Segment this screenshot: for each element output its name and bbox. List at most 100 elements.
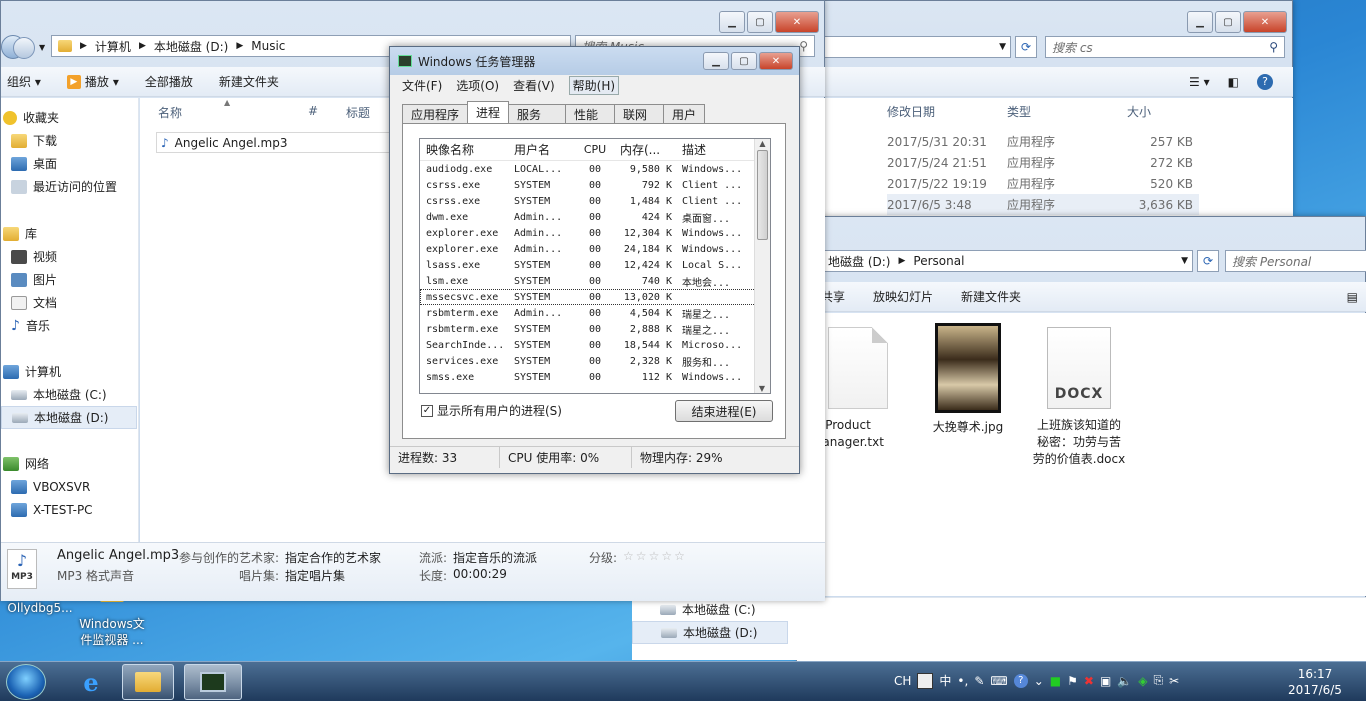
network-disconnected-icon[interactable]: ✖ (1084, 674, 1094, 688)
checkbox-checked-icon[interactable]: ✓ (421, 404, 433, 417)
process-row[interactable]: lsass.exe SYSTEM 00 12,424 K Local S... (420, 257, 770, 273)
address-bar[interactable]: 地磁盘 (D:) ▶ Personal ▼ (797, 250, 1193, 272)
scrollbar-vertical[interactable]: ▲ ▼ (754, 139, 770, 393)
nav-libraries[interactable]: 库 (3, 222, 37, 245)
refresh-icon[interactable]: ⟳ (1015, 36, 1037, 58)
chevron-down-icon[interactable]: ▼ (999, 42, 1006, 52)
refresh-icon[interactable]: ⟳ (1197, 250, 1219, 272)
menu-options[interactable]: 选项(O) (456, 77, 499, 94)
scroll-down-icon[interactable]: ▼ (755, 384, 769, 393)
flag-icon[interactable]: ⚑ (1067, 674, 1078, 688)
process-row[interactable]: explorer.exe Admin... 00 12,304 K Windows... (420, 225, 770, 241)
process-row[interactable]: services.exe SYSTEM 00 2,328 K 服务和... (420, 353, 770, 369)
task-manager-titlebar[interactable]: Windows 任务管理器 ▁ ▢ ✕ (390, 47, 799, 75)
help-icon[interactable]: ? (1257, 73, 1273, 90)
breadcrumb-computer[interactable]: 计算机 (95, 38, 131, 55)
explorer-window-cs[interactable]: ▁ ▢ ✕ ▼ ⟳ 搜索 cs ⚲ ☰ ▾ ◧ ? 修改日期 类型 大小 2017… (808, 0, 1293, 216)
column-number[interactable]: # (308, 104, 346, 121)
nav-item-desktop[interactable]: 桌面 (11, 152, 57, 175)
play-button[interactable]: ▶ 播放 ▾ (66, 73, 119, 90)
process-list[interactable]: 映像名称 用户名 CPU 内存(... 描述 audiodg.exe LOCAL.… (419, 138, 771, 394)
shield-icon[interactable]: ◈ (1138, 674, 1147, 688)
nav-item-drive-c[interactable]: 本地磁盘 (C:) (11, 383, 107, 406)
clock[interactable]: 16:17 2017/6/5 (1280, 666, 1350, 698)
taskbar-task-manager-button[interactable] (184, 664, 242, 700)
process-row[interactable]: rsbmterm.exe Admin... 00 4,504 K 瑞星之... (420, 305, 770, 321)
desktop-icon-file-monitor[interactable]: Windows文 件监视器 ... (76, 592, 148, 648)
process-row[interactable]: dwm.exe Admin... 00 424 K 桌面窗... (420, 209, 770, 225)
chevron-down-icon[interactable]: ▼ (1181, 256, 1188, 266)
rating-stars-icon[interactable]: ☆☆☆☆☆ (623, 549, 687, 566)
options-chevron-icon[interactable]: ⌄ (1034, 674, 1044, 688)
search-input[interactable]: 搜索 Personal (1225, 250, 1366, 272)
column-cpu[interactable]: CPU (578, 143, 612, 156)
process-row[interactable]: audiodg.exe LOCAL... 00 9,580 K Windows... (420, 161, 770, 177)
slideshow-button[interactable]: 放映幻灯片 (873, 288, 933, 305)
process-row[interactable]: mssecsvc.exe SYSTEM 00 13,020 K (420, 289, 770, 305)
new-folder-button[interactable]: 新建文件夹 (961, 288, 1021, 305)
nav-item-recent[interactable]: 最近访问的位置 (11, 175, 117, 198)
close-button[interactable]: ✕ (1243, 11, 1287, 33)
breadcrumb-music[interactable]: Music (251, 39, 285, 53)
maximize-button[interactable]: ▢ (1215, 11, 1241, 33)
close-button[interactable]: ✕ (775, 11, 819, 33)
file-item-docx[interactable]: DOCX 上班族该知道的 秘密：功劳与苦 劳的价值表.docx (1023, 327, 1135, 468)
nav-item-vboxsvr[interactable]: VBOXSVR (11, 475, 90, 498)
usb-icon[interactable]: ⎘ (1153, 673, 1163, 688)
security-icon[interactable]: ■ (1050, 674, 1061, 688)
tab-networking[interactable]: 联网 (614, 104, 665, 123)
table-row[interactable]: 2017/5/22 19:19 应用程序 520 KB (887, 173, 1287, 194)
ime-mode-indicator[interactable]: 中 (939, 672, 951, 689)
column-size[interactable]: 大小 (1127, 103, 1207, 120)
nav-network[interactable]: 网络 (3, 452, 49, 475)
task-manager-window[interactable]: Windows 任务管理器 ▁ ▢ ✕ 文件(F) 选项(O) 查看(V) 帮助… (389, 46, 800, 474)
keyboard-icon[interactable]: ⌨ (990, 674, 1007, 688)
end-process-button[interactable]: 结束进程(E) (675, 400, 773, 422)
scrollbar-thumb[interactable] (757, 150, 768, 240)
process-row[interactable]: SearchInde... SYSTEM 00 18,544 K Microso... (420, 337, 770, 353)
table-row[interactable]: 2017/6/5 3:48 应用程序 3,636 KB (887, 194, 1199, 215)
address-bar[interactable]: ▼ (809, 36, 1011, 58)
ime-grid-icon[interactable] (917, 672, 934, 689)
tab-performance[interactable]: 性能 (565, 104, 616, 123)
nav-item-videos[interactable]: 视频 (11, 245, 57, 268)
column-memory[interactable]: 内存(... (612, 141, 678, 158)
nav-item-music[interactable]: ♪ 音乐 (11, 314, 50, 337)
process-row[interactable]: csrss.exe SYSTEM 00 792 K Client ... (420, 177, 770, 193)
view-options-icon[interactable]: ▤ (1347, 290, 1358, 304)
chevron-down-icon[interactable]: ▼ (39, 43, 45, 52)
tab-processes[interactable]: 进程 (467, 101, 510, 123)
tab-applications[interactable]: 应用程序 (402, 104, 469, 123)
nav-computer[interactable]: 计算机 (3, 360, 61, 383)
column-user-name[interactable]: 用户名 (510, 141, 578, 158)
file-item-jpg[interactable]: 大挽尊术.jpg (923, 323, 1013, 436)
file-item-txt[interactable]: Product Manager.txt (812, 327, 899, 451)
nav-item-drive-d[interactable]: 本地磁盘 (D:) (1, 406, 137, 429)
tab-services[interactable]: 服务 (508, 104, 567, 123)
minimize-button[interactable]: ▁ (1187, 11, 1213, 33)
nav-item-downloads[interactable]: 下载 (11, 129, 57, 152)
process-row[interactable]: smss.exe SYSTEM 00 112 K Windows... (420, 369, 770, 385)
column-name[interactable]: 名称 (158, 104, 308, 121)
taskbar-explorer-button[interactable] (122, 664, 174, 700)
close-button[interactable]: ✕ (759, 52, 793, 70)
tools-icon[interactable]: ✂ (1169, 674, 1179, 688)
tab-users[interactable]: 用户 (663, 104, 706, 123)
ie-icon[interactable]: e (66, 666, 116, 698)
device-icon[interactable]: ▣ (1100, 674, 1111, 688)
minimize-button[interactable]: ▁ (719, 11, 745, 33)
nav-favorites[interactable]: 收藏夹 (3, 106, 59, 129)
ime-punctuation-icon[interactable]: •, (957, 674, 968, 688)
play-all-button[interactable]: 全部播放 (145, 73, 193, 90)
organize-button[interactable]: 组织 ▾ (7, 73, 41, 90)
process-row[interactable]: csrss.exe SYSTEM 00 1,484 K Client ... (420, 193, 770, 209)
scroll-up-icon[interactable]: ▲ (755, 139, 770, 148)
menu-help[interactable]: 帮助(H) (568, 75, 620, 95)
new-folder-button[interactable]: 新建文件夹 (219, 73, 279, 90)
help-icon[interactable]: ? (1013, 673, 1028, 688)
minimize-button[interactable]: ▁ (703, 52, 729, 70)
column-type[interactable]: 类型 (1007, 103, 1127, 120)
language-indicator[interactable]: CH (894, 674, 911, 688)
nav-item-documents[interactable]: 文档 (11, 291, 57, 314)
menu-view[interactable]: 查看(V) (513, 77, 555, 94)
